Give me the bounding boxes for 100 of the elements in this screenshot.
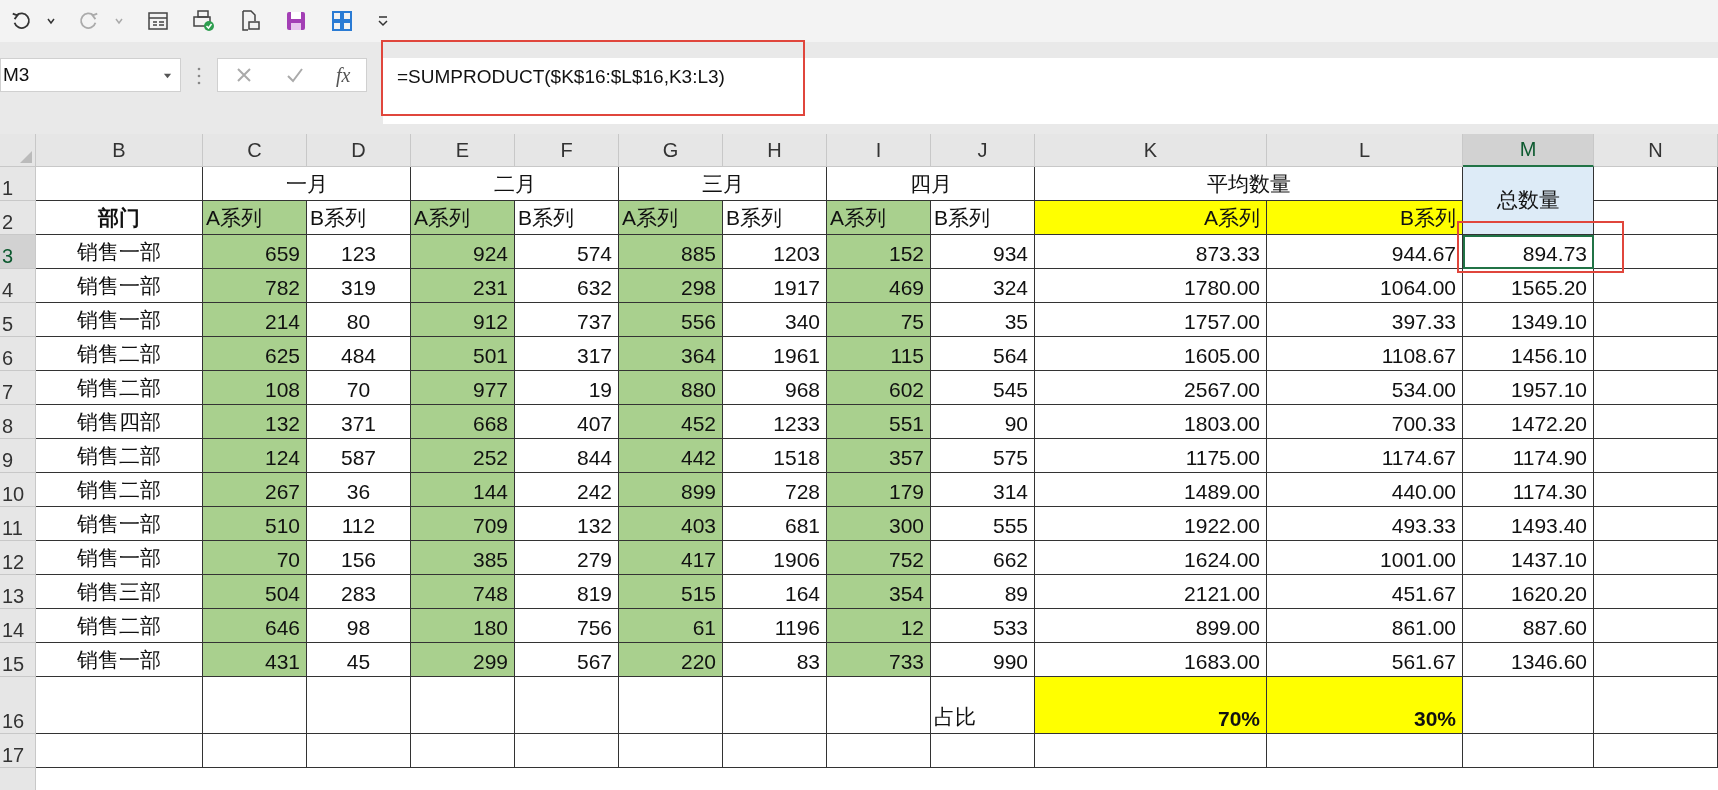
- table-cell: 61: [619, 609, 723, 643]
- table-cell: 124: [203, 439, 307, 473]
- table-cell: 144: [411, 473, 515, 507]
- table-cell: 283: [307, 575, 411, 609]
- insert-function-button[interactable]: fx: [335, 63, 351, 87]
- table-cell: 1683.00: [1035, 643, 1267, 677]
- table-cell: 1175.00: [1035, 439, 1267, 473]
- formula-field[interactable]: =SUMPRODUCT($K$16:$L$16,K3:L3): [383, 58, 1718, 124]
- table-cell: 561.67: [1267, 643, 1463, 677]
- table-cell: 431: [203, 643, 307, 677]
- table-cell: 887.60: [1463, 609, 1594, 643]
- row-header[interactable]: 16: [0, 677, 36, 734]
- table-cell: 108: [203, 371, 307, 405]
- column-header[interactable]: G: [619, 134, 723, 167]
- table-cell: 70: [307, 371, 411, 405]
- table-cell: 575: [931, 439, 1035, 473]
- table-cell: 1803.00: [1035, 405, 1267, 439]
- table-cell: 1917: [723, 269, 827, 303]
- row-header[interactable]: 6: [0, 337, 36, 371]
- table-cell: 298: [619, 269, 723, 303]
- table-cell: 534.00: [1267, 371, 1463, 405]
- table-cell: 885: [619, 235, 723, 269]
- table-cell: 407: [515, 405, 619, 439]
- table-cell: 668: [411, 405, 515, 439]
- table-cell: 748: [411, 575, 515, 609]
- table-cell: 30%: [1267, 677, 1463, 734]
- table-cell: 451.67: [1267, 575, 1463, 609]
- column-header[interactable]: J: [931, 134, 1035, 167]
- row-header[interactable]: 1: [0, 167, 36, 201]
- table-cell: 三月: [619, 167, 827, 201]
- table-cell: 1174.90: [1463, 439, 1594, 473]
- table-cell: 占比: [931, 677, 1035, 734]
- row-header[interactable]: 17: [0, 734, 36, 768]
- table-cell: 179: [827, 473, 931, 507]
- column-header[interactable]: K: [1035, 134, 1267, 167]
- table-cell: 944.67: [1267, 235, 1463, 269]
- table-cell: 1565.20: [1463, 269, 1594, 303]
- table-cell: 1624.00: [1035, 541, 1267, 575]
- table-cell: 1518: [723, 439, 827, 473]
- table-cell: 1780.00: [1035, 269, 1267, 303]
- table-cell: 968: [723, 371, 827, 405]
- table-cell: 602: [827, 371, 931, 405]
- column-header[interactable]: L: [1267, 134, 1463, 167]
- table-cell: 564: [931, 337, 1035, 371]
- table-cell: 912: [411, 303, 515, 337]
- row-header[interactable]: 13: [0, 575, 36, 609]
- table-cell: 556: [619, 303, 723, 337]
- table-cell: 1961: [723, 337, 827, 371]
- row-header[interactable]: 8: [0, 405, 36, 439]
- table-cell: 98: [307, 609, 411, 643]
- table-cell: 990: [931, 643, 1035, 677]
- table-cell: 659: [203, 235, 307, 269]
- table-cell: B系列: [931, 201, 1035, 235]
- table-cell: 152: [827, 235, 931, 269]
- table-cell: 19: [515, 371, 619, 405]
- table-cell: 484: [307, 337, 411, 371]
- column-header[interactable]: C: [203, 134, 307, 167]
- table-cell: 销售二部: [36, 371, 203, 405]
- table-cell: 555: [931, 507, 1035, 541]
- table-cell: 646: [203, 609, 307, 643]
- column-header[interactable]: D: [307, 134, 411, 167]
- column-header[interactable]: I: [827, 134, 931, 167]
- table-cell: 533: [931, 609, 1035, 643]
- table-cell: 880: [619, 371, 723, 405]
- table-cell: 总数量: [1463, 167, 1594, 235]
- table-cell: 252: [411, 439, 515, 473]
- table-cell: 1472.20: [1463, 405, 1594, 439]
- table-cell: 214: [203, 303, 307, 337]
- row-header[interactable]: 14: [0, 609, 36, 643]
- table-cell: 545: [931, 371, 1035, 405]
- column-header[interactable]: N: [1594, 134, 1718, 167]
- table-cell: 45: [307, 643, 411, 677]
- table-cell: 894.73: [1463, 235, 1594, 269]
- row-header[interactable]: 10: [0, 473, 36, 507]
- column-header[interactable]: E: [411, 134, 515, 167]
- table-cell: 销售一部: [36, 269, 203, 303]
- row-header[interactable]: 7: [0, 371, 36, 405]
- column-header[interactable]: H: [723, 134, 827, 167]
- table-cell: B系列: [1267, 201, 1463, 235]
- row-header[interactable]: 9: [0, 439, 36, 473]
- row-header[interactable]: 4: [0, 269, 36, 303]
- table-cell: 756: [515, 609, 619, 643]
- row-header[interactable]: 15: [0, 643, 36, 677]
- name-box[interactable]: M3: [0, 58, 181, 92]
- row-header[interactable]: 11: [0, 507, 36, 541]
- row-header[interactable]: 5: [0, 303, 36, 337]
- column-header[interactable]: M: [1463, 134, 1594, 167]
- table-cell: 267: [203, 473, 307, 507]
- row-header[interactable]: 3: [0, 235, 36, 269]
- table-cell: 417: [619, 541, 723, 575]
- row-header[interactable]: 12: [0, 541, 36, 575]
- table-cell: 397.33: [1267, 303, 1463, 337]
- table-cell: A系列: [827, 201, 931, 235]
- column-header[interactable]: F: [515, 134, 619, 167]
- table-cell: 873.33: [1035, 235, 1267, 269]
- table-cell: 1346.60: [1463, 643, 1594, 677]
- row-header[interactable]: 2: [0, 201, 36, 235]
- column-header[interactable]: B: [36, 134, 203, 167]
- table-cell: 销售一部: [36, 541, 203, 575]
- table-cell: 385: [411, 541, 515, 575]
